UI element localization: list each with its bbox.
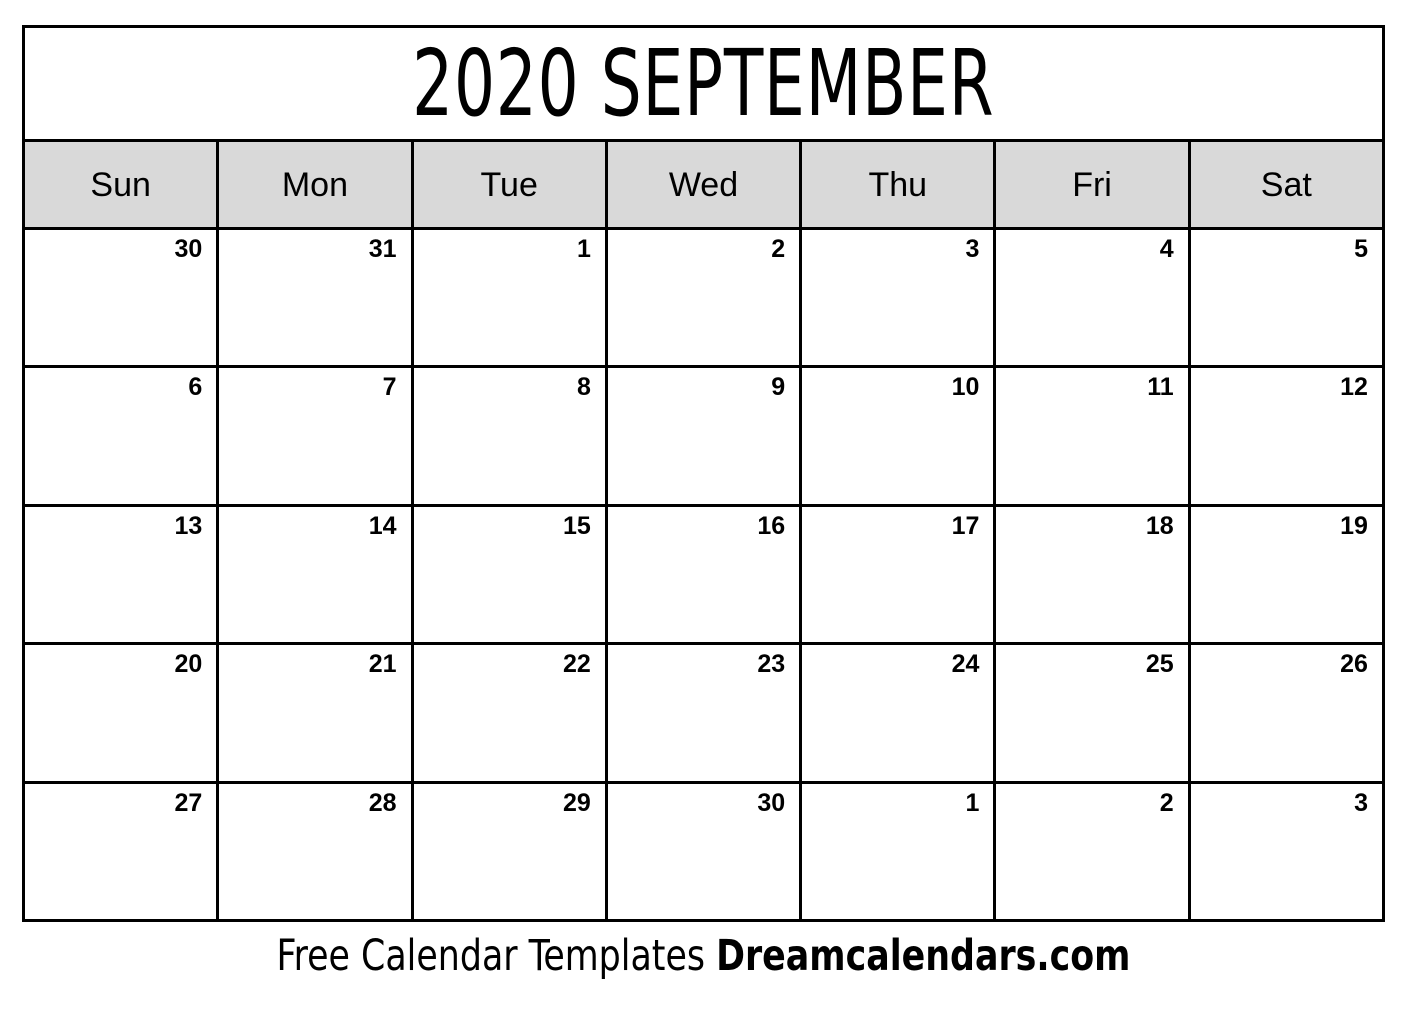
day-number: 3 (965, 235, 980, 263)
day-cell[interactable]: 21 (219, 645, 414, 781)
day-cell[interactable]: 9 (607, 368, 803, 504)
day-number: 5 (1354, 235, 1368, 263)
day-cell[interactable]: 12 (1190, 368, 1382, 504)
day-number: 22 (563, 650, 591, 679)
day-cell[interactable]: 4 (996, 230, 1191, 366)
weekday-label: Fri (1072, 165, 1112, 204)
day-cell[interactable]: 28 (219, 783, 414, 920)
day-cell[interactable]: 15 (413, 506, 608, 643)
day-number: 31 (368, 235, 397, 263)
day-number: 24 (951, 650, 980, 679)
day-number: 15 (563, 511, 591, 540)
day-number: 16 (757, 511, 786, 540)
day-cell[interactable]: 26 (1190, 645, 1382, 781)
weekday-header-fri: Fri (996, 142, 1191, 227)
day-cell[interactable]: 13 (25, 506, 220, 643)
day-number: 28 (368, 788, 397, 817)
day-cell[interactable]: 19 (1190, 506, 1382, 643)
day-number: 1 (965, 788, 980, 817)
day-number: 13 (174, 511, 203, 540)
week-row: 6 7 8 9 10 11 12 (25, 368, 1382, 507)
weekday-label: Wed (668, 165, 739, 204)
day-cell[interactable]: 1 (802, 783, 997, 920)
day-number: 23 (757, 650, 786, 679)
day-number: 10 (951, 373, 980, 402)
calendar-grid: 2020 SEPTEMBER Sun Mon Tue Wed Thu Fri S… (22, 25, 1385, 922)
footer-line: Free Calendar Templates Dreamcalendars.c… (276, 932, 1130, 980)
day-number: 2 (771, 235, 786, 263)
day-cell[interactable]: 6 (25, 368, 220, 504)
weekday-header-sun: Sun (25, 142, 220, 227)
day-number: 29 (563, 788, 591, 817)
day-cell[interactable]: 11 (996, 368, 1191, 504)
weekday-header-wed: Wed (607, 142, 803, 227)
day-cell[interactable]: 14 (219, 506, 414, 643)
weekday-header-row: Sun Mon Tue Wed Thu Fri Sat (25, 142, 1382, 230)
day-cell[interactable]: 30 (25, 230, 220, 366)
week-row: 20 21 22 23 24 25 26 (25, 645, 1382, 784)
day-number: 27 (174, 788, 203, 817)
day-cell[interactable]: 24 (802, 645, 997, 781)
weekday-header-sat: Sat (1190, 142, 1382, 227)
day-number: 8 (576, 373, 591, 402)
day-cell[interactable]: 3 (1190, 783, 1382, 920)
weekday-label: Sun (90, 165, 151, 204)
day-cell[interactable]: 22 (413, 645, 608, 781)
day-number: 4 (1159, 235, 1174, 263)
day-cell[interactable]: 18 (996, 506, 1191, 643)
weekday-header-mon: Mon (219, 142, 414, 227)
day-cell[interactable]: 17 (802, 506, 997, 643)
day-number: 20 (174, 650, 203, 679)
weekday-header-thu: Thu (802, 142, 997, 227)
day-number: 7 (382, 373, 397, 402)
day-number: 9 (771, 373, 786, 402)
week-row: 27 28 29 30 1 2 3 (25, 783, 1382, 920)
weekday-label: Sat (1260, 165, 1312, 204)
calendar-title-band: 2020 SEPTEMBER (25, 28, 1382, 142)
day-cell[interactable]: 10 (802, 368, 997, 504)
week-row: 30 31 1 2 3 4 5 (25, 230, 1382, 369)
day-cell[interactable]: 31 (219, 230, 414, 366)
day-number: 14 (368, 511, 397, 540)
day-cell[interactable]: 16 (607, 506, 803, 643)
day-number: 30 (174, 235, 203, 263)
day-cell[interactable]: 5 (1190, 230, 1382, 366)
day-number: 26 (1340, 650, 1368, 679)
footer: Free Calendar Templates Dreamcalendars.c… (0, 932, 1406, 980)
day-cell[interactable]: 8 (413, 368, 608, 504)
day-number: 2 (1159, 788, 1174, 817)
footer-brand: Dreamcalendars.com (715, 931, 1130, 981)
day-cell[interactable]: 25 (996, 645, 1191, 781)
day-number: 17 (951, 511, 980, 540)
day-number: 11 (1147, 373, 1174, 402)
weekday-label: Tue (480, 165, 538, 204)
calendar-page: 2020 SEPTEMBER Sun Mon Tue Wed Thu Fri S… (0, 0, 1406, 1020)
day-cell[interactable]: 20 (25, 645, 220, 781)
day-number: 25 (1145, 650, 1174, 679)
day-number: 30 (757, 788, 786, 817)
day-number: 1 (576, 235, 591, 263)
day-cell[interactable]: 30 (607, 783, 803, 920)
day-cell[interactable]: 1 (413, 230, 608, 366)
day-cell[interactable]: 29 (413, 783, 608, 920)
day-number: 6 (188, 373, 203, 402)
day-number: 12 (1340, 373, 1368, 402)
calendar-week-rows: 30 31 1 2 3 4 5 6 7 8 9 10 11 12 13 14 1… (25, 230, 1382, 920)
day-number: 18 (1145, 511, 1174, 540)
day-number: 3 (1354, 788, 1368, 817)
footer-tagline: Free Calendar Templates (276, 931, 705, 981)
day-cell[interactable]: 2 (607, 230, 803, 366)
day-cell[interactable]: 7 (219, 368, 414, 504)
weekday-label: Thu (868, 165, 928, 204)
day-cell[interactable]: 3 (802, 230, 997, 366)
week-row: 13 14 15 16 17 18 19 (25, 506, 1382, 646)
page-title: 2020 SEPTEMBER (412, 29, 995, 137)
weekday-header-tue: Tue (413, 142, 608, 227)
day-number: 21 (368, 650, 397, 679)
day-cell[interactable]: 23 (607, 645, 803, 781)
day-cell[interactable]: 2 (996, 783, 1191, 920)
weekday-label: Mon (281, 165, 348, 204)
day-number: 19 (1340, 511, 1368, 540)
day-cell[interactable]: 27 (25, 783, 220, 920)
